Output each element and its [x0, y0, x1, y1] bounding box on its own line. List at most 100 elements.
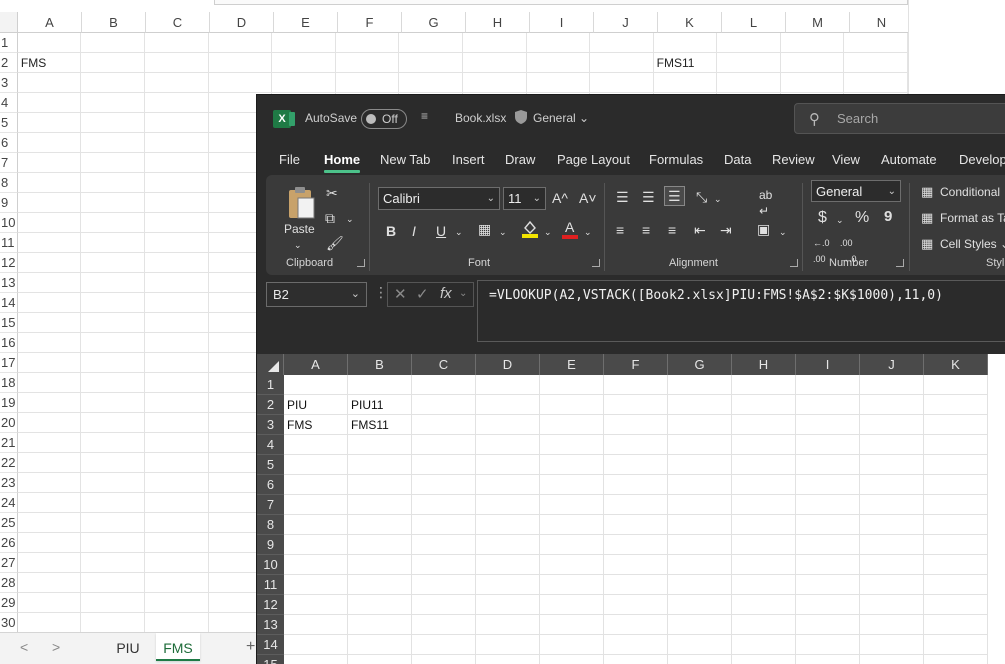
cell-J6[interactable]	[860, 475, 924, 495]
cell-I5[interactable]	[796, 455, 860, 475]
cell-A1[interactable]	[284, 375, 348, 395]
bg-cell-L1[interactable]	[717, 33, 781, 53]
cell-C15[interactable]	[412, 655, 476, 664]
bg-cell-M1[interactable]	[780, 33, 845, 53]
bg-column-header[interactable]: K	[658, 12, 722, 33]
bg-cell-A12[interactable]	[17, 253, 82, 273]
cell-K5[interactable]	[924, 455, 988, 475]
column-header[interactable]: G	[668, 354, 732, 375]
bg-cell-B27[interactable]	[81, 553, 146, 573]
bg-cell-C8[interactable]	[145, 173, 209, 193]
cell-A9[interactable]	[284, 535, 348, 555]
cell-I15[interactable]	[796, 655, 860, 664]
borders-icon[interactable]: ▦	[478, 221, 491, 237]
bg-cell-B9[interactable]	[81, 193, 146, 213]
bg-row-header[interactable]: 28	[0, 573, 18, 593]
row-header[interactable]: 6	[257, 475, 284, 495]
bg-cell-A22[interactable]	[17, 453, 82, 473]
bg-cell-B13[interactable]	[81, 273, 146, 293]
cell-K2[interactable]	[924, 395, 988, 415]
row-header[interactable]: 10	[257, 555, 284, 575]
cell-E9[interactable]	[540, 535, 604, 555]
bg-cell-B21[interactable]	[81, 433, 146, 453]
cell-D13[interactable]	[476, 615, 540, 635]
bg-cell-A9[interactable]	[17, 193, 82, 213]
conditional-formatting-icon[interactable]: ▦	[921, 184, 933, 200]
cell-G8[interactable]	[668, 515, 732, 535]
cell-F5[interactable]	[604, 455, 668, 475]
cell-H7[interactable]	[732, 495, 796, 515]
paste-label[interactable]: Paste	[284, 221, 315, 237]
cell-I11[interactable]	[796, 575, 860, 595]
bg-column-header[interactable]: E	[274, 12, 338, 33]
cell-A3[interactable]: FMS	[284, 415, 348, 435]
bg-column-header[interactable]: F	[338, 12, 402, 33]
cell-G2[interactable]	[668, 395, 732, 415]
cell-J7[interactable]	[860, 495, 924, 515]
cell-D11[interactable]	[476, 575, 540, 595]
align-left-icon[interactable]: ≡	[616, 222, 624, 238]
bg-cell-G2[interactable]	[399, 53, 463, 73]
bg-cell-B8[interactable]	[81, 173, 146, 193]
bg-cell-I1[interactable]	[526, 33, 591, 53]
bg-cell-A18[interactable]	[17, 373, 82, 393]
bg-cell-C27[interactable]	[145, 553, 209, 573]
cell-F8[interactable]	[604, 515, 668, 535]
cell-B15[interactable]	[348, 655, 412, 664]
cell-B1[interactable]	[348, 375, 412, 395]
cell-A5[interactable]	[284, 455, 348, 475]
number-format-select[interactable]: General ⌄	[811, 180, 901, 202]
bg-cell-D1[interactable]	[208, 33, 273, 53]
cell-C3[interactable]	[412, 415, 476, 435]
bg-row-header[interactable]: 18	[0, 373, 18, 393]
cell-G7[interactable]	[668, 495, 732, 515]
bg-cell-I3[interactable]	[526, 73, 591, 93]
cell-C10[interactable]	[412, 555, 476, 575]
bg-cell-C1[interactable]	[145, 33, 209, 53]
shrink-font-icon[interactable]: A˅	[579, 190, 597, 206]
cell-F13[interactable]	[604, 615, 668, 635]
tab-view[interactable]: View	[832, 152, 860, 167]
bg-row-header[interactable]: 23	[0, 473, 18, 493]
cell-D4[interactable]	[476, 435, 540, 455]
cell-E11[interactable]	[540, 575, 604, 595]
bg-cell-C9[interactable]	[145, 193, 209, 213]
cell-I4[interactable]	[796, 435, 860, 455]
cell-J15[interactable]	[860, 655, 924, 664]
bg-row-header[interactable]: 22	[0, 453, 18, 473]
bg-row-header[interactable]: 24	[0, 493, 18, 513]
bg-cell-C20[interactable]	[145, 413, 209, 433]
bg-column-header[interactable]: C	[146, 12, 210, 33]
cell-F7[interactable]	[604, 495, 668, 515]
cell-B13[interactable]	[348, 615, 412, 635]
bg-row-header[interactable]: 6	[0, 133, 18, 153]
cell-H8[interactable]	[732, 515, 796, 535]
quick-access-icon[interactable]: ≡	[421, 109, 428, 123]
bg-column-header[interactable]: M	[786, 12, 850, 33]
orientation-icon[interactable]: ⤡	[696, 189, 707, 205]
bg-cell-A30[interactable]	[17, 613, 82, 633]
cell-C13[interactable]	[412, 615, 476, 635]
bg-cell-C19[interactable]	[145, 393, 209, 413]
cell-H13[interactable]	[732, 615, 796, 635]
bg-row-header[interactable]: 13	[0, 273, 18, 293]
cell-I3[interactable]	[796, 415, 860, 435]
cell-G13[interactable]	[668, 615, 732, 635]
cell-F10[interactable]	[604, 555, 668, 575]
bg-row-header[interactable]: 26	[0, 533, 18, 553]
cell-J9[interactable]	[860, 535, 924, 555]
cell-F9[interactable]	[604, 535, 668, 555]
fill-chevron-icon[interactable]: ⌄	[544, 224, 552, 240]
column-header[interactable]: I	[796, 354, 860, 375]
bg-row-header[interactable]: 29	[0, 593, 18, 613]
cell-H10[interactable]	[732, 555, 796, 575]
bg-cell-F2[interactable]	[335, 53, 400, 73]
cell-D12[interactable]	[476, 595, 540, 615]
bg-cell-E3[interactable]	[272, 73, 336, 93]
cell-D7[interactable]	[476, 495, 540, 515]
bg-cell-D2[interactable]	[208, 53, 273, 73]
cell-K1[interactable]	[924, 375, 988, 395]
bg-row-header[interactable]: 21	[0, 433, 18, 453]
align-center-icon[interactable]: ≡	[642, 222, 650, 238]
select-all-corner[interactable]	[0, 12, 18, 33]
